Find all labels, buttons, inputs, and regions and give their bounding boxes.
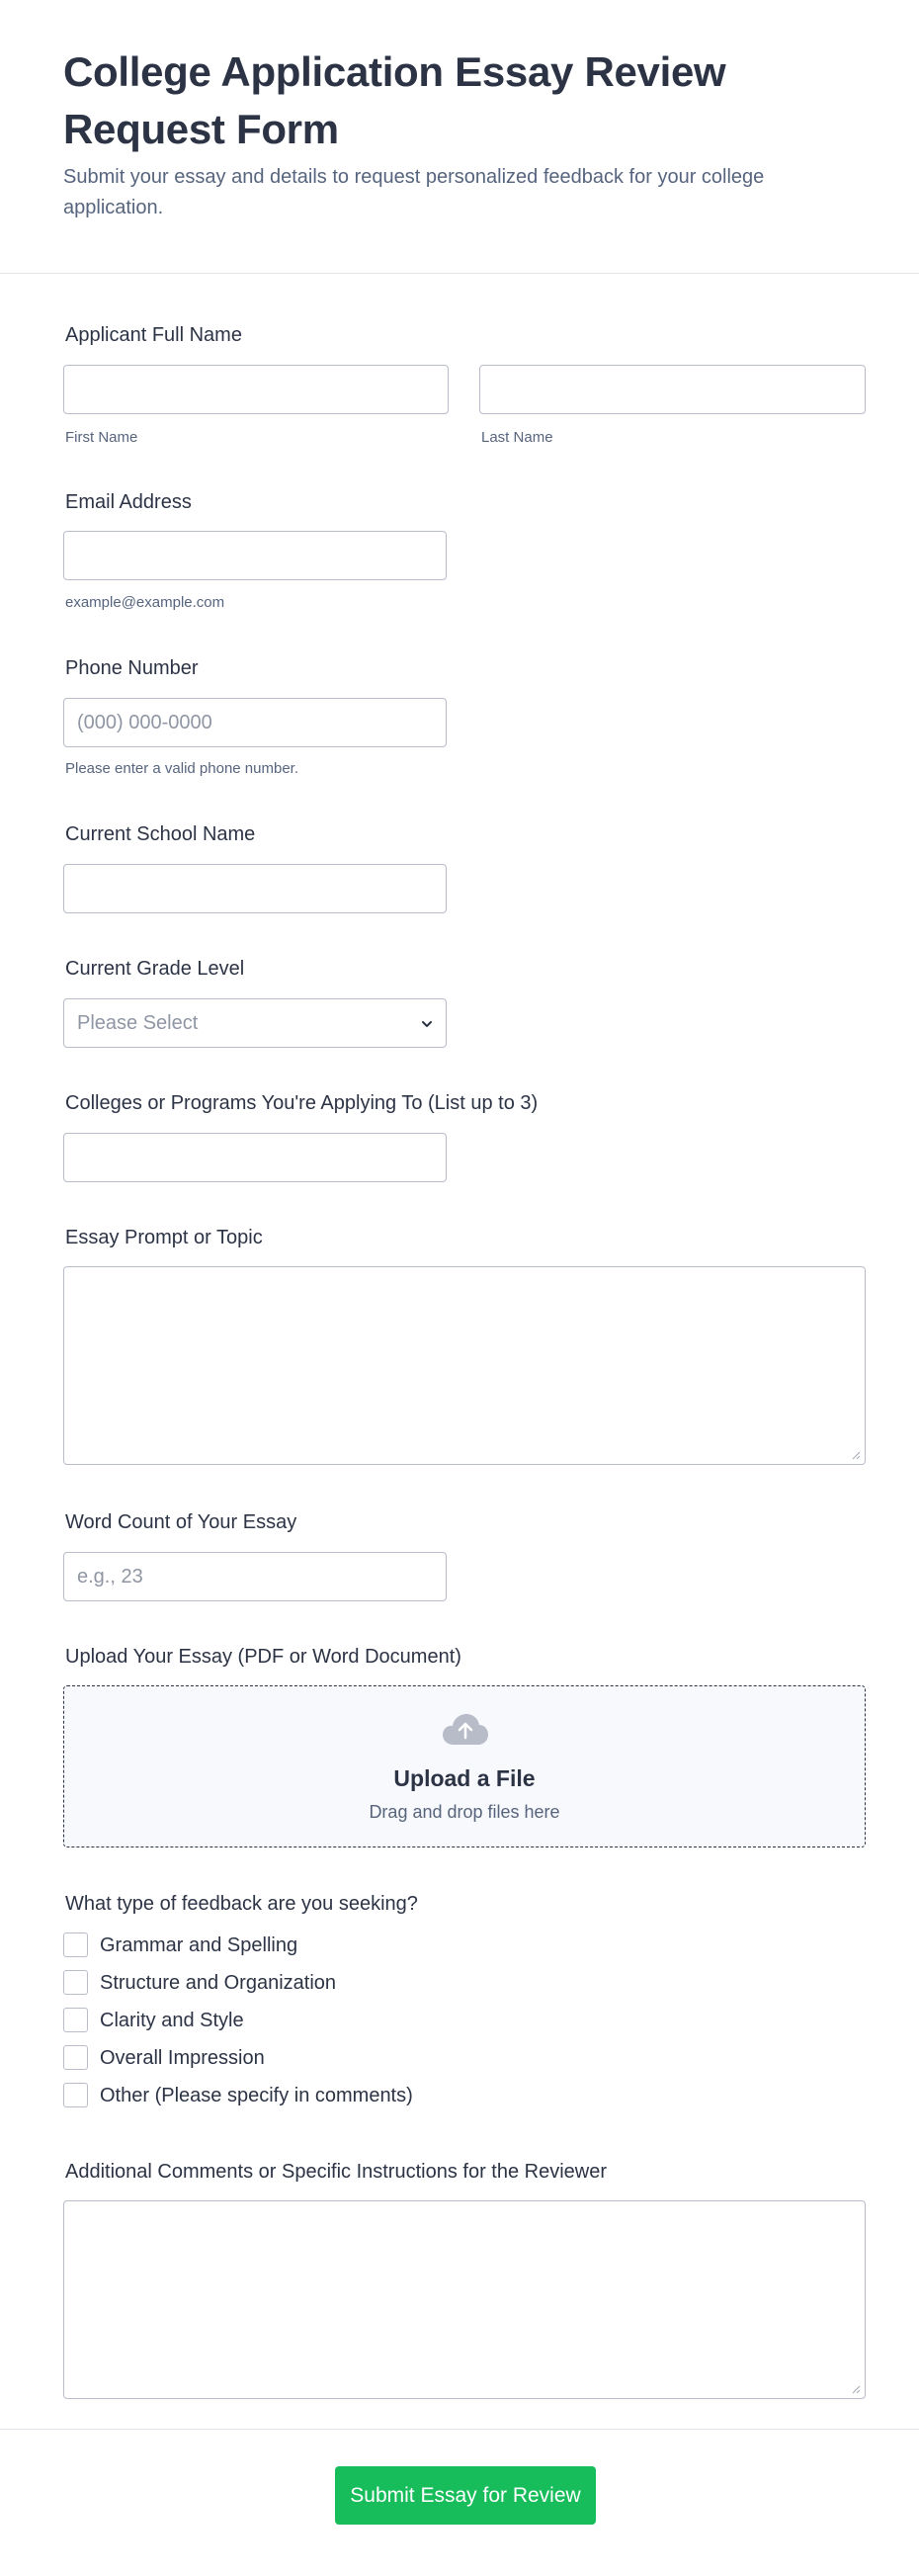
last-name-input[interactable] (479, 365, 866, 414)
grade-select[interactable]: Please Select (63, 998, 447, 1048)
grade-label: Current Grade Level (65, 958, 245, 980)
checkbox[interactable] (63, 2008, 88, 2032)
grade-selected-value: Please Select (77, 1012, 199, 1034)
submit-button[interactable]: Submit Essay for Review (335, 2466, 596, 2525)
upload-title: Upload a File (393, 1765, 536, 1791)
checkbox-label: Overall Impression (100, 2047, 265, 2069)
school-label: Current School Name (65, 823, 256, 845)
checkbox-label: Grammar and Spelling (100, 1934, 298, 1956)
word-count-input[interactable] (63, 1552, 447, 1601)
word-count-label: Word Count of Your Essay (65, 1511, 297, 1533)
colleges-label: Colleges or Programs You're Applying To … (65, 1092, 539, 1114)
resize-handle-icon[interactable] (852, 2385, 861, 2394)
prompt-textarea[interactable] (63, 1266, 866, 1465)
feedback-option-grammar[interactable]: Grammar and Spelling (63, 1932, 557, 1958)
feedback-option-clarity[interactable]: Clarity and Style (63, 2008, 557, 2033)
checkbox[interactable] (63, 2083, 88, 2107)
footer-divider (0, 2429, 919, 2430)
last-name-sublabel: Last Name (481, 429, 553, 446)
first-name-sublabel: First Name (65, 429, 138, 446)
file-upload-dropzone[interactable]: Upload a File Drag and drop files here (63, 1685, 866, 1847)
feedback-option-other[interactable]: Other (Please specify in comments) (63, 2083, 557, 2108)
checkbox-label: Other (Please specify in comments) (100, 2085, 413, 2106)
feedback-option-overall[interactable]: Overall Impression (63, 2045, 557, 2071)
checkbox[interactable] (63, 2045, 88, 2070)
prompt-label: Essay Prompt or Topic (65, 1227, 263, 1248)
form-subtitle: Submit your essay and details to request… (63, 166, 765, 218)
school-input[interactable] (63, 864, 447, 913)
form-header: College Application Essay Review Request… (0, 0, 919, 274)
full-name-label: Applicant Full Name (65, 324, 242, 346)
feedback-option-structure[interactable]: Structure and Organization (63, 1970, 557, 1996)
email-sublabel: example@example.com (65, 594, 225, 611)
feedback-label: What type of feedback are you seeking? (65, 1893, 418, 1915)
first-name-input[interactable] (63, 365, 449, 414)
email-input[interactable] (63, 531, 447, 580)
checkbox[interactable] (63, 1970, 88, 1995)
upload-hint: Drag and drop files here (369, 1802, 560, 1822)
checkbox-label: Clarity and Style (100, 2010, 244, 2031)
resize-handle-icon[interactable] (852, 1451, 861, 1460)
form-title: College Application Essay Review Request… (63, 48, 726, 152)
email-label: Email Address (65, 491, 192, 513)
comments-label: Additional Comments or Specific Instruct… (65, 2161, 608, 2183)
checkbox-label: Structure and Organization (100, 1972, 337, 1994)
phone-label: Phone Number (65, 657, 199, 679)
colleges-input[interactable] (63, 1133, 447, 1182)
checkbox[interactable] (63, 1932, 88, 1957)
phone-input[interactable] (63, 698, 447, 747)
comments-textarea[interactable] (63, 2200, 866, 2399)
phone-sublabel: Please enter a valid phone number. (65, 760, 298, 777)
cloud-upload-icon (443, 1714, 488, 1745)
upload-label: Upload Your Essay (PDF or Word Document) (65, 1646, 461, 1668)
chevron-down-icon (422, 1021, 432, 1027)
